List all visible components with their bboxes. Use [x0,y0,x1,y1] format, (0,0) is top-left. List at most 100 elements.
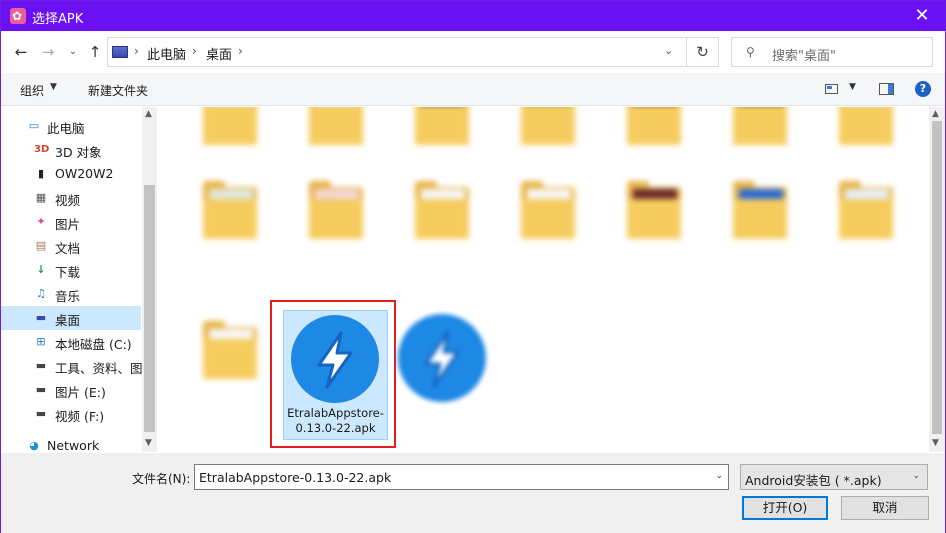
up-button[interactable]: ↑ [85,42,105,62]
folder-item[interactable] [831,107,901,147]
folder-item[interactable] [195,107,265,147]
refresh-button[interactable]: ↻ [686,38,718,66]
sidebar-item-label: 音乐 [55,289,81,304]
scroll-thumb[interactable] [932,121,942,434]
filename-value[interactable]: EtralabAppstore-0.13.0-22.apk [199,470,391,485]
search-icon: ⚲ [746,45,755,59]
change-view-icon[interactable] [825,84,838,94]
file-type-select[interactable]: Android安装包 ( *.apk) ⌄ [740,464,928,490]
folder-item[interactable] [195,179,265,241]
sidebar-item-label: 本地磁盘 (C:) [55,337,132,352]
phone-icon: ▮ [37,167,45,180]
sidebar-item-label: 下载 [55,265,81,280]
scroll-up-icon[interactable]: ▲ [932,109,939,119]
desktop-icon: ▬ [35,311,47,324]
folder-item[interactable] [831,179,901,241]
highlight-box [270,300,396,448]
drive-e-icon: ▬ [35,383,47,396]
drive-c-icon: ⊞ [36,335,46,348]
folder-item[interactable] [301,107,371,147]
sidebar-item-label: 视频 (F:) [55,409,105,424]
folder-item[interactable] [619,107,689,147]
folder-item[interactable] [513,107,583,147]
sidebar-item-downloads[interactable]: ↓ 下载 [1,258,141,282]
filename-input[interactable]: EtralabAppstore-0.13.0-22.apk ⌄ [194,464,729,490]
breadcrumb-separator[interactable]: › [134,44,139,58]
window-title: 选择APK [32,12,84,27]
search-placeholder: 搜索"桌面" [772,49,836,64]
organize-button[interactable]: 组织 [20,82,44,99]
3d-objects-icon: 3D [34,144,50,155]
navigation-pane: ▭ 此电脑 3D 3D 对象 ▮ OW20W2 ▦ 视频 ✦ 图片 ▤ 文档 ↓… [1,107,157,452]
folder-item[interactable] [513,179,583,241]
download-icon: ↓ [36,263,46,276]
drive-f-icon: ▬ [35,407,47,420]
sidebar-item-label: 文档 [55,241,81,256]
folder-item[interactable] [195,319,265,381]
document-icon: ▤ [35,239,47,252]
breadcrumb-separator[interactable]: › [192,44,197,58]
breadcrumb-this-pc[interactable]: 此电脑 [147,44,186,63]
sidebar-item-label: 此电脑 [47,121,85,136]
organize-dropdown-icon[interactable]: ▼ [50,82,57,92]
sidebar-item-videos[interactable]: ▦ 视频 [1,186,141,210]
desktop-icon [112,46,128,58]
recent-locations-button[interactable]: ⌄ [63,42,83,62]
folder-item[interactable] [407,107,477,147]
folder-item[interactable] [725,179,795,241]
cancel-button[interactable]: 取消 [841,496,929,520]
scroll-up-icon[interactable]: ▲ [145,109,152,119]
network-icon: ◕ [29,439,39,452]
address-dropdown-icon[interactable]: ⌄ [664,44,673,57]
sidebar-item-drive-f[interactable]: ▬ 视频 (F:) [1,402,141,426]
pictures-icon: ✦ [36,215,46,228]
sidebar-item-documents[interactable]: ▤ 文档 [1,234,141,258]
new-folder-button[interactable]: 新建文件夹 [88,82,148,99]
apk-lightning-icon [398,314,486,402]
chevron-down-icon[interactable]: ⌄ [912,471,920,481]
title-bar: 选择APK ✕ [1,1,945,31]
sidebar-item-label: 图片 (E:) [55,385,106,400]
sidebar-item-music[interactable]: ♫ 音乐 [1,282,141,306]
filename-label: 文件名(N): [132,472,191,486]
scroll-down-icon[interactable]: ▼ [932,438,939,448]
sidebar-scrollbar[interactable]: ▲ ▼ [142,107,157,452]
sidebar-item-this-pc[interactable]: ▭ 此电脑 [1,114,141,138]
sidebar-item-pictures[interactable]: ✦ 图片 [1,210,141,234]
scroll-down-icon[interactable]: ▼ [145,438,152,448]
apk-file-item[interactable] [398,314,486,402]
folder-item[interactable] [725,107,795,147]
close-button[interactable]: ✕ [899,1,945,31]
sidebar-item-ow20w2[interactable]: ▮ OW20W2 [1,162,141,186]
command-toolbar: 组织 ▼ 新建文件夹 ▼ ? [1,73,945,106]
breadcrumb-desktop[interactable]: 桌面 [206,44,232,63]
search-input[interactable]: ⚲ 搜索"桌面" [731,37,933,67]
chevron-down-icon[interactable]: ⌄ [715,471,723,481]
breadcrumb-separator[interactable]: › [238,44,243,58]
folder-item[interactable] [301,179,371,241]
sidebar-item-desktop[interactable]: ▬ 桌面 [1,306,141,330]
sidebar-item-drive-c[interactable]: ⊞ 本地磁盘 (C:) [1,330,141,354]
folder-item[interactable] [407,179,477,241]
address-bar[interactable]: › 此电脑 › 桌面 › ⌄ ↻ [107,37,719,67]
help-icon[interactable]: ? [915,81,931,97]
sidebar-item-drive-tools[interactable]: ▬ 工具、资料、图 [1,354,143,378]
sidebar-item-3d-objects[interactable]: 3D 3D 对象 [1,138,141,162]
sidebar-item-network[interactable]: ◕ Network [1,434,141,452]
sidebar-item-label: OW20W2 [55,166,114,181]
music-icon: ♫ [36,287,46,300]
view-dropdown-icon[interactable]: ▼ [849,82,856,92]
preview-pane-icon[interactable] [879,83,894,95]
sidebar-item-label: Network [47,438,100,452]
folder-item[interactable] [619,179,689,241]
file-type-value: Android安装包 ( *.apk) [745,473,882,488]
open-button[interactable]: 打开(O) [742,496,828,520]
file-list-scrollbar[interactable]: ▲ ▼ [929,107,945,452]
drive-icon: ▬ [35,359,47,372]
scroll-thumb[interactable] [144,185,155,432]
forward-button[interactable]: → [38,42,58,62]
sidebar-item-label: 工具、资料、图 [55,361,143,376]
back-button[interactable]: ← [11,42,31,62]
sidebar-item-drive-e[interactable]: ▬ 图片 (E:) [1,378,141,402]
sidebar-item-label: 3D 对象 [55,145,102,160]
